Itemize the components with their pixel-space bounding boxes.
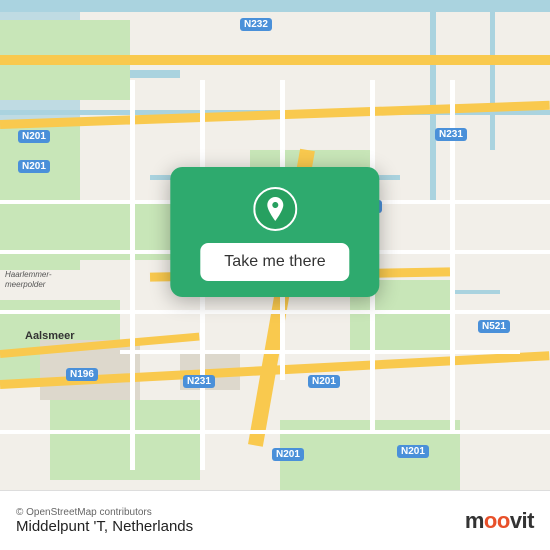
road-label-n201-left: N201 — [18, 130, 50, 143]
map-container: N232 N201 N201 N231 N231 N231 N231 N201 … — [0, 0, 550, 490]
location-name: Middelpunt 'T, Netherlands — [16, 518, 193, 535]
location-info: © OpenStreetMap contributors Middelpunt … — [16, 507, 193, 535]
road-h4 — [120, 350, 520, 354]
location-pin-icon — [253, 187, 297, 231]
road-h5 — [0, 430, 550, 434]
popup-card: Take me there — [170, 167, 379, 297]
green-7 — [50, 400, 200, 480]
road-n232 — [0, 55, 550, 65]
road-v1 — [130, 80, 135, 470]
road-label-n521: N521 — [478, 320, 510, 333]
osm-credit: © OpenStreetMap contributors — [16, 507, 193, 518]
city-label-aalsmeer: Aalsmeer — [25, 330, 75, 342]
road-label-n201-br: N201 — [397, 445, 429, 458]
road-label-n231-right: N231 — [435, 128, 467, 141]
road-label-n232-top: N232 — [240, 18, 272, 31]
road-label-n201-bot2: N201 — [272, 448, 304, 461]
water-top — [0, 0, 550, 12]
bottom-bar: © OpenStreetMap contributors Middelpunt … — [0, 490, 550, 550]
canal-v2 — [490, 0, 495, 150]
road-label-n196: N196 — [66, 368, 98, 381]
polder-label: Haarlemmer-meerpolder — [5, 270, 65, 289]
road-h3 — [0, 310, 550, 314]
canal-v1 — [430, 0, 436, 200]
road-label-n201-bottom: N201 — [308, 375, 340, 388]
road-label-n231-bottom: N231 — [183, 375, 215, 388]
take-me-there-button[interactable]: Take me there — [200, 243, 349, 281]
moovit-brand-text: moovit — [465, 508, 534, 534]
road-label-n201-left2: N201 — [18, 160, 50, 173]
moovit-logo: moovit — [465, 508, 534, 534]
